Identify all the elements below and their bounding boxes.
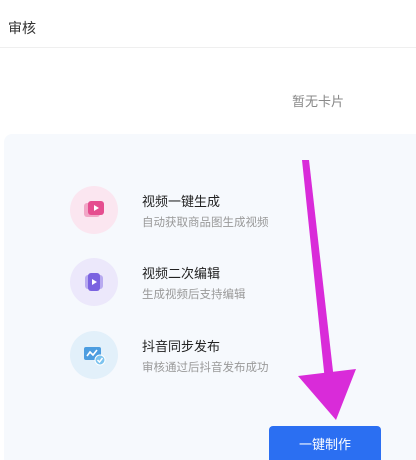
feature-title: 视频一键生成 [142, 195, 221, 210]
video-generate-icon [70, 186, 118, 234]
feature-item-video-edit: 视频二次编辑 生成视频后支持编辑 [70, 258, 400, 306]
header: 审核 [0, 0, 416, 48]
feature-title: 抖音同步发布 [142, 340, 221, 355]
feature-item-video-generate: 视频一键生成 自动获取商品图生成视频 [70, 186, 400, 234]
douyin-publish-icon [70, 331, 118, 379]
feature-title: 视频二次编辑 [142, 267, 221, 282]
empty-cards-text: 暂无卡片 [292, 95, 345, 110]
feature-desc: 自动获取商品图生成视频 [142, 215, 269, 229]
one-click-create-button[interactable]: 一键制作 [269, 426, 381, 460]
page-title: 审核 [8, 21, 36, 37]
feature-desc: 生成视频后支持编辑 [142, 287, 246, 301]
video-edit-icon [70, 258, 118, 306]
feature-desc: 审核通过后抖音发布成功 [142, 360, 269, 374]
feature-item-douyin-publish: 抖音同步发布 审核通过后抖音发布成功 [70, 331, 400, 379]
